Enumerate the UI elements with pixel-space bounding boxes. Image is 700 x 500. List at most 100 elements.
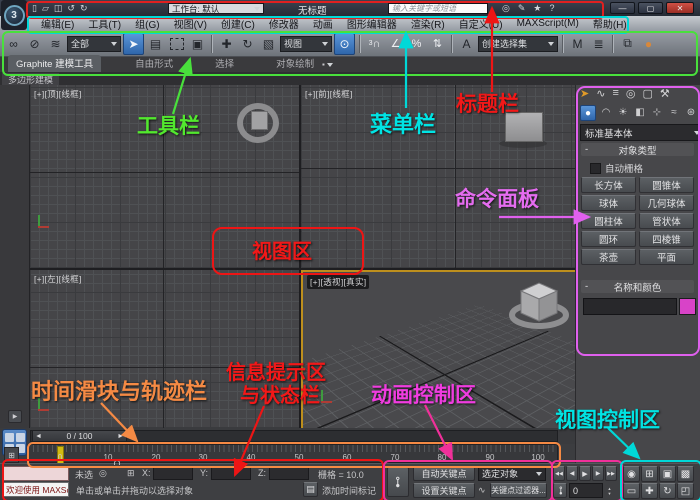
zoom-extents-all-icon[interactable]: ▩ [677, 466, 694, 482]
systems-category-icon[interactable]: ⊛ [684, 105, 698, 119]
name-color-rollout[interactable]: -名称和颜色 [581, 280, 694, 293]
menu-views[interactable]: 视图(V) [167, 16, 214, 31]
tab-polygon-modeling[interactable]: 多边形建模 [2, 73, 59, 85]
viewport-left-label[interactable]: [+][左][线框] [34, 273, 82, 285]
tab-freeform[interactable]: 自由形式 [127, 55, 181, 72]
menu-create[interactable]: 创建(C) [214, 16, 262, 31]
menu-graph-editors[interactable]: 图形编辑器 [340, 16, 404, 31]
spacewarps-category-icon[interactable]: ≈ [667, 105, 681, 119]
auto-key-button[interactable]: 自动关键点 [413, 466, 475, 481]
box-button[interactable]: 长方体 [581, 177, 636, 193]
use-pivot-center-icon[interactable]: ⊙ [334, 33, 355, 55]
display-tab-icon[interactable]: ▢ [642, 87, 652, 100]
key-icon-button[interactable]: ⊶ [387, 467, 409, 497]
plane-button[interactable]: 平面 [639, 249, 694, 265]
motion-tab-icon[interactable]: ◎ [626, 87, 636, 100]
viewport-top-label[interactable]: [+][顶][线框] [34, 88, 82, 100]
move-icon[interactable]: ✚ [217, 34, 236, 54]
key-filters-button[interactable]: 关键点过滤器... [490, 483, 547, 498]
save-file-icon[interactable]: ◫ [54, 3, 63, 14]
geosphere-button[interactable]: 几何球体 [639, 195, 694, 211]
select-and-link-icon[interactable]: ∞ [4, 34, 23, 54]
autogrid-checkbox[interactable] [590, 163, 601, 174]
maximize-viewport-icon[interactable]: ◰ [677, 483, 694, 499]
next-frame-icon[interactable]: ▶ [592, 466, 604, 481]
object-name-field[interactable] [583, 298, 677, 315]
orbit-icon[interactable]: ↻ [659, 483, 676, 499]
shapes-category-icon[interactable]: ◠ [599, 105, 613, 119]
previous-frame-icon[interactable]: ◀ [566, 466, 578, 481]
primitive-category-dropdown[interactable]: 标准基本体 [580, 124, 700, 141]
zoom-icon[interactable]: ◉ [623, 466, 640, 482]
lights-category-icon[interactable]: ☀ [616, 105, 630, 119]
rotate-icon[interactable]: ↻ [238, 34, 257, 54]
default-tangent-icon[interactable]: ∿ [478, 485, 486, 496]
track-bar[interactable]: ⊞ 0 10 20 30 40 50 60 70 80 90 100 [27, 444, 558, 463]
search-icon[interactable]: ◎ [502, 3, 510, 14]
hierarchy-tab-icon[interactable]: ≡ [612, 87, 618, 100]
mirror-icon[interactable]: M [568, 34, 587, 54]
minimize-button[interactable]: — [610, 2, 635, 14]
search-input[interactable]: 输入关键字或短语 [388, 3, 488, 14]
create-tab-icon[interactable]: ➤ [580, 87, 589, 100]
render-setup-icon[interactable]: ● [639, 34, 658, 54]
go-to-start-icon[interactable]: ◀◀ [553, 466, 565, 481]
object-color-swatch[interactable] [679, 298, 696, 315]
ribbon-minimize-dropdown[interactable]: ▪ [322, 60, 333, 69]
sphere-button[interactable]: 球体 [581, 195, 636, 211]
zoom-region-icon[interactable]: ▭ [623, 483, 640, 499]
menu-edit[interactable]: 编辑(E) [34, 16, 81, 31]
modify-tab-icon[interactable]: ∿ [596, 87, 605, 100]
object-type-rollout[interactable]: -对象类型 [581, 143, 694, 156]
close-button[interactable]: ✕ [666, 2, 694, 14]
align-icon[interactable]: ≣ [589, 34, 608, 54]
time-slider-handle[interactable]: ◄ 0 / 100 ► [32, 430, 127, 442]
snap-toggle-icon[interactable]: 3∩ [365, 34, 384, 54]
teapot-button[interactable]: 茶壶 [581, 249, 636, 265]
keyboard-override-icon[interactable]: A [457, 34, 476, 54]
frame-spinner[interactable]: ▲▼ [605, 483, 614, 498]
bind-to-spacewarp-icon[interactable]: ≋ [46, 34, 65, 54]
tab-selection[interactable]: 选择 [207, 55, 242, 72]
angle-snap-icon[interactable]: ∠ [386, 34, 405, 54]
help-icon[interactable]: ? [549, 3, 554, 13]
viewcube-icon[interactable] [508, 277, 570, 332]
go-to-end-icon[interactable]: ▶▶ [605, 466, 617, 481]
set-key-button[interactable]: 设置关键点 [413, 483, 475, 498]
zoom-all-icon[interactable]: ⊞ [641, 466, 658, 482]
selection-filter-dropdown[interactable]: 全部 [67, 36, 121, 52]
menu-maxscript[interactable]: MAXScript(M) [510, 18, 586, 29]
isolate-selection-icon[interactable]: ◎ [99, 468, 107, 479]
transform-type-in-icon[interactable]: ⊞ [127, 468, 135, 479]
mini-curve-editor-icon[interactable]: ⊞ [4, 447, 19, 463]
menu-group[interactable]: 组(G) [128, 16, 166, 31]
new-file-icon[interactable]: ▯ [32, 3, 37, 14]
percent-snap-icon[interactable]: % [407, 34, 426, 54]
maxscript-mini-listener[interactable]: 欢迎使用 MAXScript [3, 482, 69, 497]
box-object-top-view[interactable] [251, 111, 268, 130]
menu-tools[interactable]: 工具(T) [81, 16, 128, 31]
app-menu-button[interactable]: 3 [1, 0, 27, 30]
add-time-tag[interactable]: 添加时间标记 [322, 484, 378, 497]
select-object-icon[interactable]: ➤ [123, 33, 144, 55]
menu-customize[interactable]: 自定义(U) [452, 16, 510, 31]
zoom-extents-icon[interactable]: ▣ [659, 466, 676, 482]
frame-back-icon[interactable]: ◄ [35, 433, 42, 440]
key-mode-toggle-icon[interactable]: ⊶ [553, 483, 567, 498]
y-coordinate-field[interactable] [211, 467, 251, 480]
viewport-front[interactable]: [+][前][线框] [301, 85, 575, 268]
selection-region-icon[interactable] [167, 34, 186, 54]
spinner-snap-icon[interactable]: ⇅ [428, 34, 447, 54]
expand-ribbon-button[interactable]: ▶ [8, 410, 22, 423]
menu-rendering[interactable]: 渲染(R) [404, 16, 452, 31]
cylinder-button[interactable]: 圆柱体 [581, 213, 636, 229]
menu-help[interactable]: 帮助(H) [586, 16, 634, 31]
menu-modifiers[interactable]: 修改器 [262, 16, 306, 31]
named-selection-set-dropdown[interactable]: 创建选择集 [478, 36, 558, 52]
helpers-category-icon[interactable]: ⊹ [650, 105, 664, 119]
cone-button[interactable]: 圆锥体 [639, 177, 694, 193]
menu-animation[interactable]: 动画 [306, 16, 340, 31]
viewport-front-label[interactable]: [+][前][线框] [305, 88, 353, 100]
x-coordinate-field[interactable] [153, 467, 193, 480]
tab-graphite-modeling[interactable]: Graphite 建模工具 [8, 55, 101, 72]
